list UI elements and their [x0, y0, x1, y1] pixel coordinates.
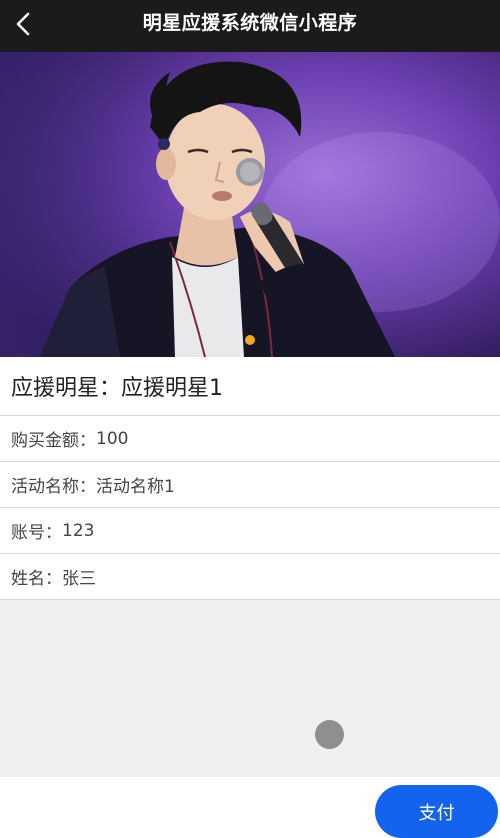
name-label: 姓名：: [11, 569, 62, 589]
amount-label: 购买金额：: [11, 431, 96, 451]
account-label: 账号：: [11, 523, 62, 543]
pay-button[interactable]: 支付: [375, 785, 498, 838]
top-navigation-bar: 明星应援系统微信小程序: [0, 0, 500, 52]
singer-photo: [0, 52, 500, 357]
star-value: 应援明星1: [121, 376, 224, 401]
star-row: 应援明星： 应援明星1: [0, 357, 500, 416]
account-row: 账号： 123: [0, 508, 500, 554]
activity-label: 活动名称：: [11, 477, 96, 497]
activity-value: 活动名称1: [96, 477, 175, 497]
amount-value: 100: [96, 428, 129, 449]
star-label: 应援明星：: [11, 376, 122, 401]
order-details: 应援明星： 应援明星1 购买金额： 100 活动名称： 活动名称1 账号： 123 姓名…: [0, 357, 500, 600]
account-value: 123: [62, 520, 95, 541]
name-value: 张三: [62, 569, 96, 589]
activity-row: 活动名称： 活动名称1: [0, 462, 500, 508]
loading-indicator: [315, 720, 344, 749]
name-row: 姓名： 张三: [0, 554, 500, 600]
carousel-indicator-dot: [245, 335, 255, 345]
amount-row: 购买金额： 100: [0, 416, 500, 462]
page-title: 明星应援系统微信小程序: [142, 12, 358, 34]
